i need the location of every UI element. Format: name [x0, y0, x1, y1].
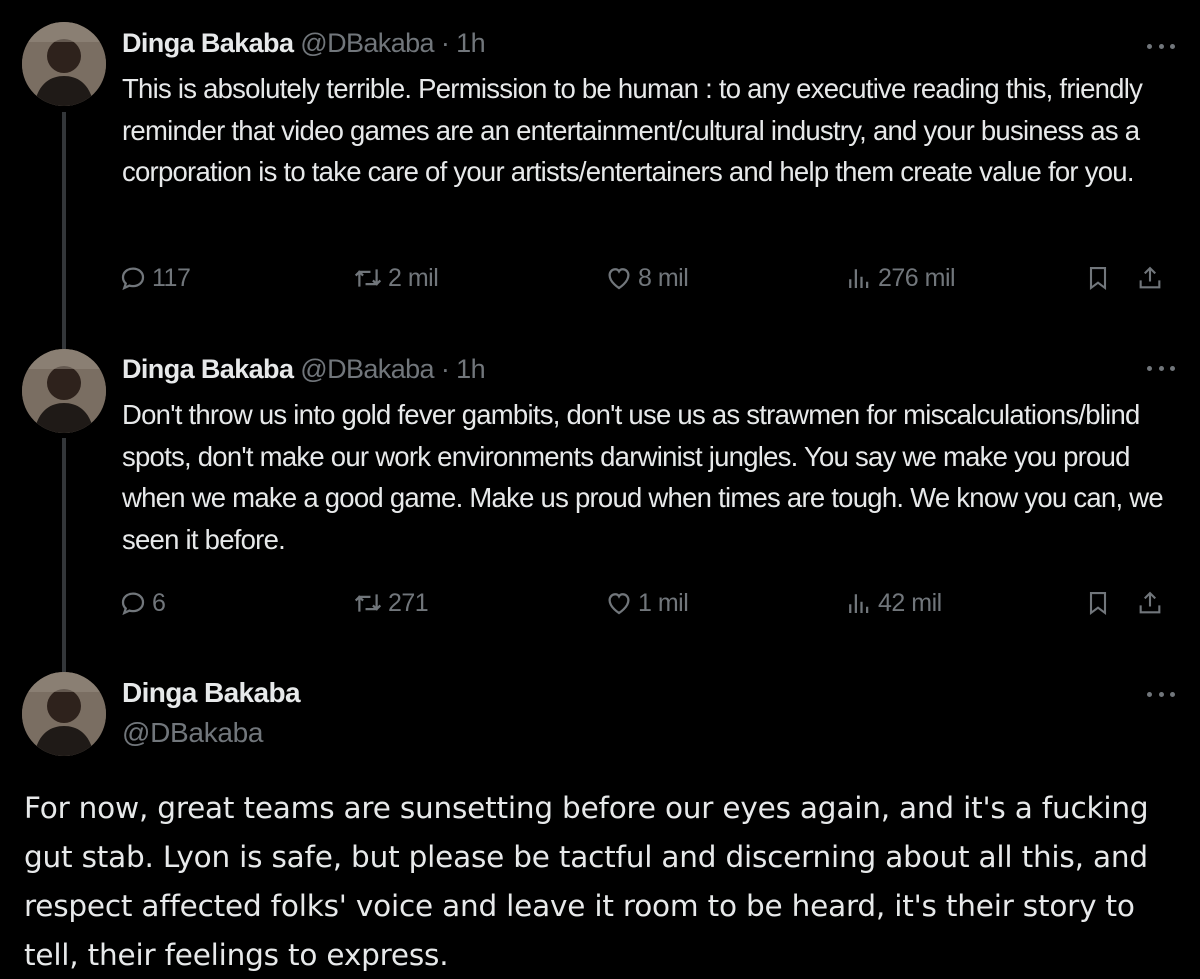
views-button[interactable]: 276 mil	[844, 258, 956, 298]
tweet-header: Dinga Bakaba @DBakaba · 1h	[122, 352, 486, 386]
tweet-text: Don't throw us into gold fever gambits, …	[122, 399, 1164, 555]
views-count: 42 mil	[878, 588, 942, 617]
thread-connector	[62, 112, 66, 352]
like-count: 8 mil	[638, 263, 689, 292]
like-button[interactable]: 1 mil	[604, 583, 689, 623]
retweet-button[interactable]: 2 mil	[352, 258, 439, 298]
share-button[interactable]	[1136, 583, 1164, 623]
tweet-actions: 6 271 1 mil 42 mil	[118, 583, 1180, 623]
more-icon[interactable]	[1144, 36, 1178, 56]
retweet-icon	[354, 269, 382, 287]
separator: ·	[440, 28, 450, 58]
author-name[interactable]: Dinga Bakaba	[122, 28, 294, 58]
views-count: 276 mil	[878, 263, 956, 292]
more-icon[interactable]	[1144, 684, 1178, 704]
reply-button[interactable]: 6	[118, 583, 166, 623]
author-handle[interactable]: @DBakaba	[300, 28, 434, 58]
reply-icon	[121, 592, 145, 616]
views-button[interactable]: 42 mil	[844, 583, 942, 623]
author-handle[interactable]: @DBakaba	[122, 716, 264, 750]
tweet-thread: Dinga Bakaba @DBakaba · 1h This is absol…	[0, 0, 1200, 979]
bookmark-button[interactable]	[1084, 258, 1112, 298]
thread-connector	[62, 438, 66, 674]
avatar[interactable]	[22, 22, 106, 106]
retweet-icon	[354, 594, 382, 612]
heart-icon	[608, 593, 630, 615]
tweet-text: This is absolutely terrible. Permission …	[122, 73, 1143, 187]
reply-count: 117	[152, 263, 191, 292]
tweet-actions: 117 2 mil 8 mil 276 mil	[118, 258, 1180, 298]
more-icon[interactable]	[1144, 358, 1178, 378]
separator: ·	[440, 354, 450, 384]
author-handle[interactable]: @DBakaba	[300, 354, 434, 384]
share-button[interactable]	[1136, 258, 1164, 298]
like-count: 1 mil	[638, 588, 689, 617]
bookmark-icon	[1089, 592, 1107, 616]
author-name[interactable]: Dinga Bakaba	[122, 354, 294, 384]
retweet-button[interactable]: 271	[352, 583, 429, 623]
share-icon	[1139, 591, 1161, 614]
like-button[interactable]: 8 mil	[604, 258, 689, 298]
reply-button[interactable]: 117	[118, 258, 191, 298]
views-icon	[849, 269, 869, 288]
avatar[interactable]	[22, 672, 106, 756]
tweet-text: For now, great teams are sunsetting befo…	[24, 791, 1149, 972]
reply-count: 6	[152, 588, 166, 617]
timestamp[interactable]: 1h	[456, 28, 485, 58]
bookmark-button[interactable]	[1084, 583, 1112, 623]
share-icon	[1139, 266, 1161, 289]
tweet-header: Dinga Bakaba @DBakaba · 1h	[122, 26, 486, 60]
retweet-count: 271	[388, 588, 429, 617]
retweet-count: 2 mil	[388, 263, 439, 292]
views-icon	[849, 594, 869, 613]
author-name[interactable]: Dinga Bakaba	[122, 676, 301, 710]
avatar[interactable]	[22, 349, 106, 433]
reply-icon	[121, 267, 145, 291]
bookmark-icon	[1089, 267, 1107, 291]
timestamp[interactable]: 1h	[456, 354, 485, 384]
heart-icon	[608, 268, 630, 290]
